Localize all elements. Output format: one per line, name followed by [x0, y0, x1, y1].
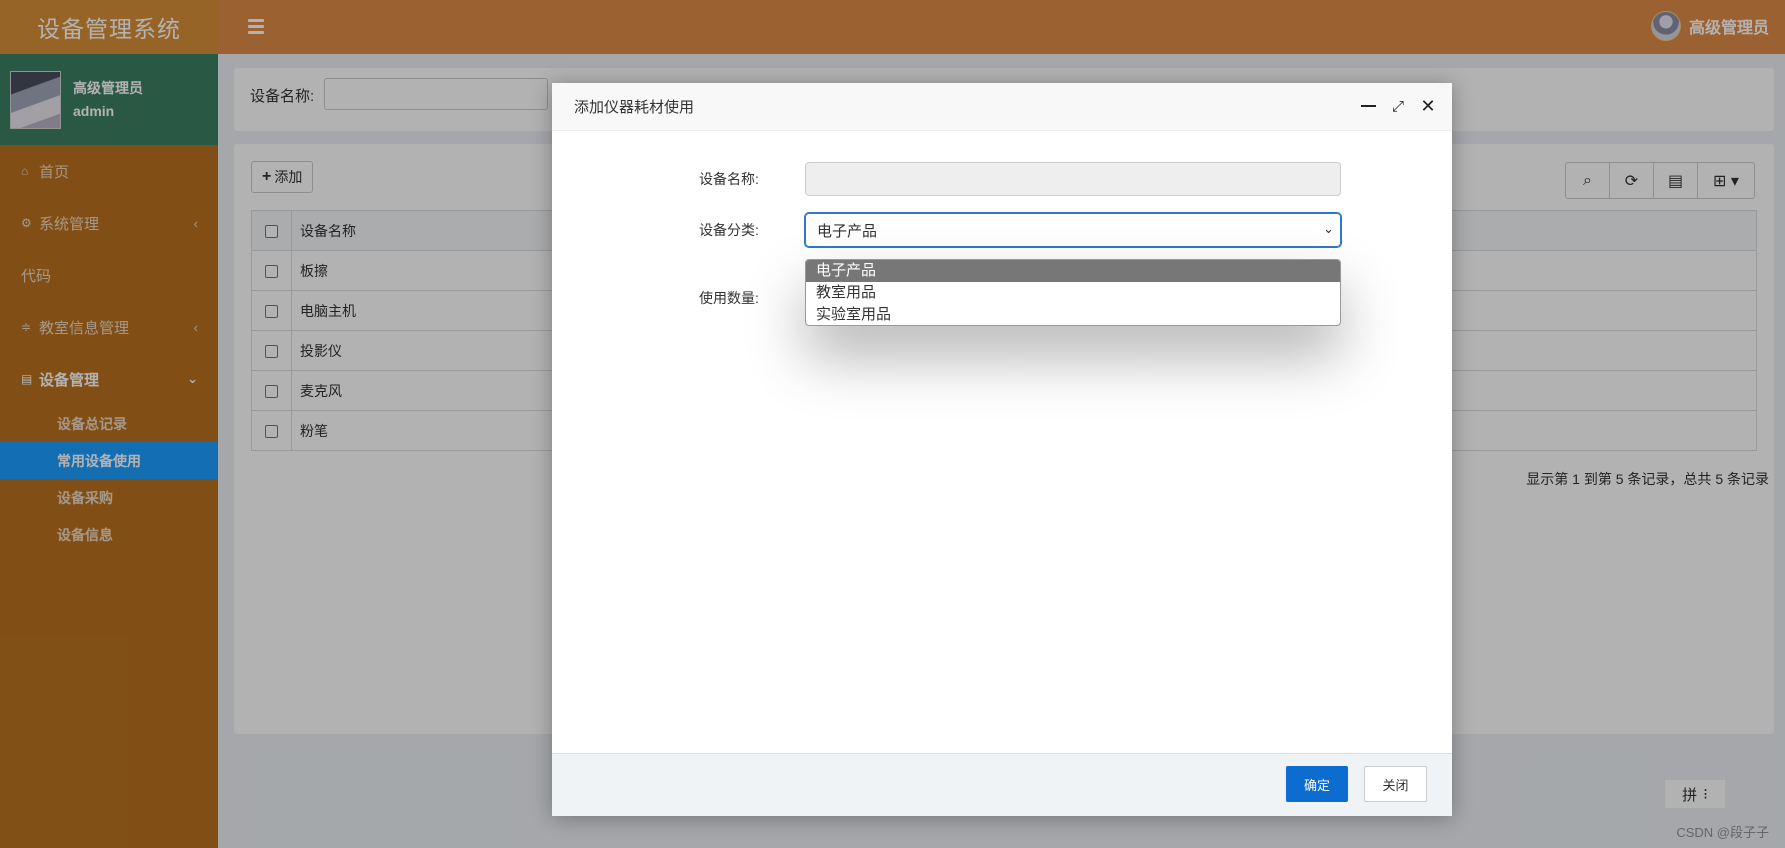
category-label: 设备分类: — [699, 222, 759, 238]
dropdown-option[interactable]: 电子产品 — [806, 260, 1340, 282]
close-icon[interactable]: ✕ — [1418, 96, 1438, 116]
device-name-field — [805, 162, 1341, 196]
quantity-label: 使用数量: — [699, 290, 759, 306]
dropdown-option[interactable]: 实验室用品 — [806, 304, 1340, 325]
dropdown-option[interactable]: 教室用品 — [806, 282, 1340, 304]
maximize-icon[interactable]: ⤢ — [1388, 96, 1408, 116]
add-usage-modal: 添加仪器耗材使用 ⤢ ✕ 设备名称: 设备分类: 电子产品 ⌄ 使用数量: 电子… — [552, 83, 1452, 816]
minimize-icon[interactable] — [1358, 96, 1378, 116]
category-select[interactable]: 电子产品 ⌄ — [805, 213, 1341, 247]
modal-footer: 确定 关闭 — [552, 753, 1452, 816]
device-name-label: 设备名称: — [699, 171, 759, 187]
category-dropdown-list: 电子产品 教室用品 实验室用品 — [805, 259, 1341, 326]
close-button[interactable]: 关闭 — [1364, 766, 1427, 802]
confirm-button[interactable]: 确定 — [1286, 766, 1348, 802]
modal-title: 添加仪器耗材使用 — [574, 99, 695, 116]
chevron-down-icon: ⌄ — [1323, 221, 1334, 236]
modal-header: 添加仪器耗材使用 ⤢ ✕ — [552, 83, 1452, 131]
category-selected-value: 电子产品 — [817, 222, 878, 240]
watermark: CSDN @段子子 — [1676, 825, 1769, 840]
